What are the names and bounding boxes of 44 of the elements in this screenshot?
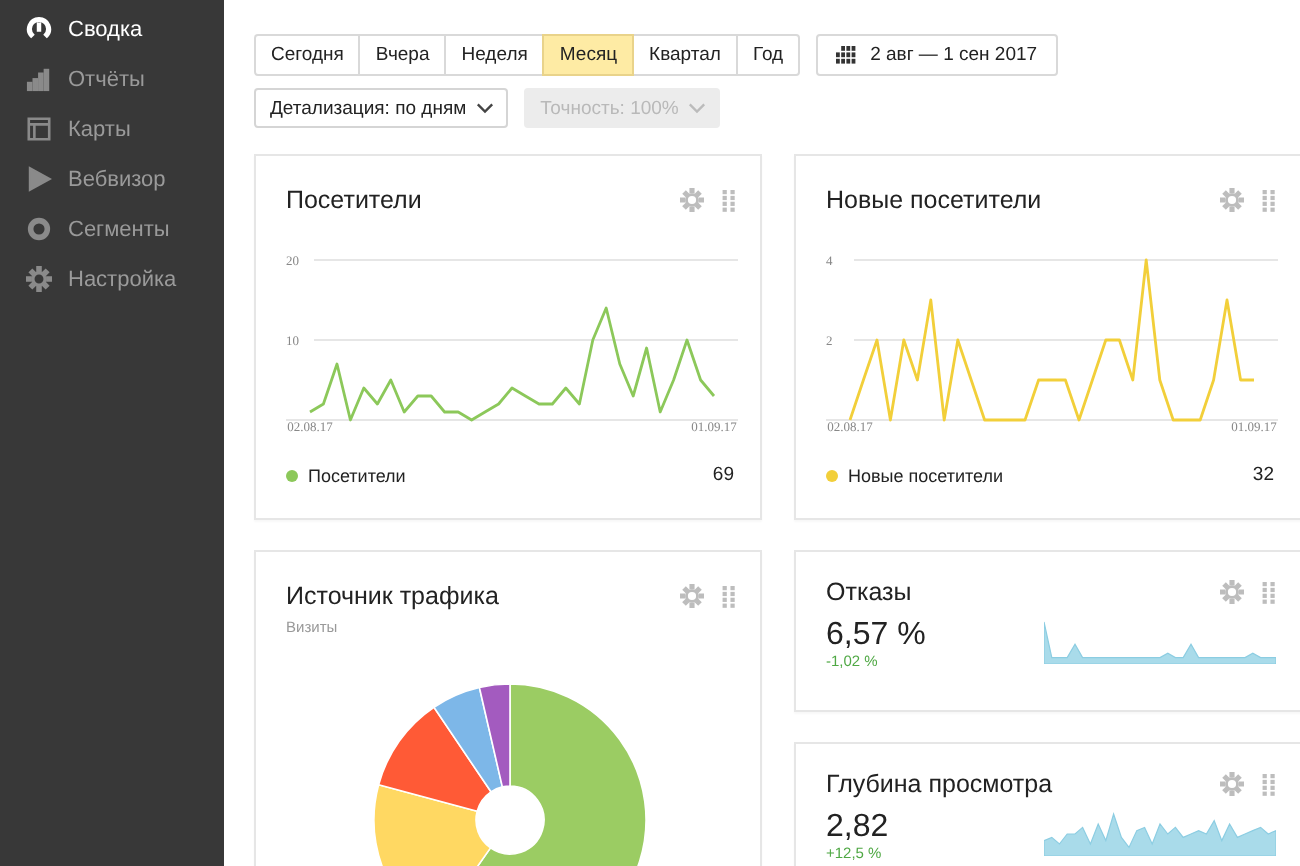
calendar-icon bbox=[836, 46, 857, 64]
widget-title: Посетители bbox=[286, 186, 424, 214]
drag-handle-icon[interactable] bbox=[1262, 581, 1276, 603]
drag-handle-icon[interactable] bbox=[722, 189, 736, 211]
date-range-button[interactable]: 2 авг — 1 сен 2017 bbox=[816, 34, 1058, 76]
period-tab[interactable]: Сегодня bbox=[254, 34, 361, 76]
period-tab[interactable]: Месяц bbox=[542, 34, 635, 76]
settings-icon[interactable] bbox=[1220, 772, 1244, 796]
gauge-icon bbox=[26, 16, 52, 42]
sidebar-item[interactable]: Сегменты bbox=[0, 204, 224, 254]
sidebar-item[interactable]: Отчёты bbox=[0, 54, 224, 104]
settings-icon[interactable] bbox=[680, 584, 704, 608]
sidebar-item[interactable]: Вебвизор bbox=[0, 154, 224, 204]
layout-icon bbox=[26, 116, 52, 142]
period-tab[interactable]: Вчера bbox=[358, 34, 447, 76]
drag-handle-icon[interactable] bbox=[1262, 189, 1276, 211]
total-value: 32 bbox=[1252, 464, 1274, 486]
metric-value: 6,57 % bbox=[826, 618, 926, 652]
period-tab[interactable]: Год bbox=[735, 34, 801, 76]
legend-label: Новые посетители bbox=[848, 465, 1006, 485]
detail-dropdown[interactable]: Детализация: по дням bbox=[254, 88, 509, 128]
gear-icon bbox=[26, 266, 52, 292]
period-tab[interactable]: Квартал bbox=[632, 34, 738, 76]
widget-title: Отказы bbox=[826, 578, 914, 606]
widget-title: Глубина просмотра bbox=[826, 770, 1055, 798]
widget-title: Источник трафика bbox=[286, 582, 501, 610]
ring-icon bbox=[26, 216, 52, 242]
play-icon bbox=[26, 166, 52, 192]
drag-handle-icon[interactable] bbox=[722, 585, 736, 607]
period-tab[interactable]: Неделя bbox=[444, 34, 545, 76]
bar-chart-icon bbox=[26, 66, 52, 92]
sidebar-item[interactable]: Карты bbox=[0, 104, 224, 154]
widget-title: Новые посетители bbox=[826, 186, 1044, 214]
chevron-down-icon bbox=[476, 102, 495, 114]
total-value: 69 bbox=[712, 464, 734, 486]
sidebar-item[interactable]: Настройка bbox=[0, 254, 224, 304]
settings-icon[interactable] bbox=[1220, 580, 1244, 604]
settings-icon[interactable] bbox=[680, 188, 704, 212]
drag-handle-icon[interactable] bbox=[1262, 773, 1276, 795]
legend-label: Посетители bbox=[308, 465, 408, 485]
metric-value: 2,82 bbox=[826, 810, 889, 844]
sidebar-item[interactable]: Сводка bbox=[0, 4, 224, 54]
chevron-down-icon bbox=[688, 102, 707, 114]
settings-icon[interactable] bbox=[1220, 188, 1244, 212]
